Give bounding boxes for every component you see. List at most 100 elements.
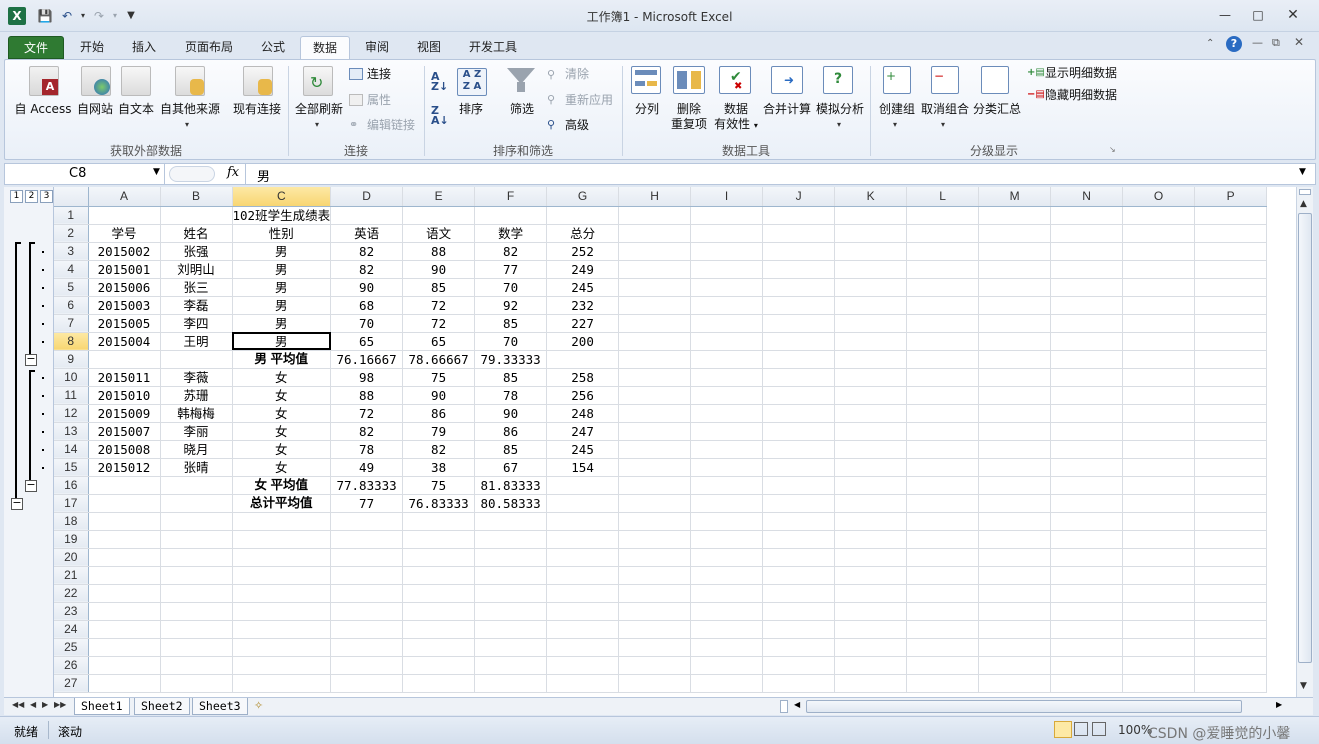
cell-H6[interactable] bbox=[618, 296, 692, 315]
cell-M15[interactable] bbox=[978, 458, 1052, 477]
cell-D22[interactable] bbox=[330, 584, 404, 603]
cell-N8[interactable] bbox=[1050, 332, 1124, 351]
hide-detail-button[interactable]: 隐藏明细数据 bbox=[1045, 88, 1117, 103]
cell-F15[interactable]: 67 bbox=[474, 458, 548, 477]
cell-C3[interactable]: 男 bbox=[232, 242, 332, 261]
cell-P27[interactable] bbox=[1194, 674, 1268, 693]
existing-connections-button[interactable]: 现有连接 bbox=[229, 102, 285, 117]
cell-M2[interactable] bbox=[978, 224, 1052, 243]
from-text-button[interactable]: 自文本 bbox=[115, 102, 157, 117]
cell-P6[interactable] bbox=[1194, 296, 1268, 315]
cell-M13[interactable] bbox=[978, 422, 1052, 441]
row-header-2[interactable]: 2 bbox=[54, 224, 89, 243]
cell-O16[interactable] bbox=[1122, 476, 1196, 495]
cell-I21[interactable] bbox=[690, 566, 764, 585]
cell-E4[interactable]: 90 bbox=[402, 260, 476, 279]
cell-B4[interactable]: 刘明山 bbox=[160, 260, 233, 279]
cell-C7[interactable]: 男 bbox=[232, 314, 332, 333]
row-header-7[interactable]: 7 bbox=[54, 314, 89, 333]
scroll-down-icon[interactable]: ▼ bbox=[1300, 681, 1307, 691]
cell-D12[interactable]: 72 bbox=[330, 404, 404, 423]
tab-split-handle[interactable] bbox=[780, 700, 788, 713]
cell-L23[interactable] bbox=[906, 602, 980, 621]
cell-E10[interactable]: 75 bbox=[402, 368, 476, 387]
clear-button[interactable]: 清除 bbox=[565, 67, 589, 82]
cell-J24[interactable] bbox=[762, 620, 836, 639]
cell-C20[interactable] bbox=[232, 548, 332, 567]
cell-B9[interactable] bbox=[160, 350, 233, 369]
outline-level-1-button[interactable]: 1 bbox=[10, 190, 23, 203]
cell-K15[interactable] bbox=[834, 458, 908, 477]
tab-file[interactable]: 文件 bbox=[8, 36, 64, 59]
name-box-dropdown-icon[interactable]: ▼ bbox=[153, 167, 160, 177]
cell-I5[interactable] bbox=[690, 278, 764, 297]
cell-K18[interactable] bbox=[834, 512, 908, 531]
cell-E26[interactable] bbox=[402, 656, 476, 675]
cell-D26[interactable] bbox=[330, 656, 404, 675]
cell-P3[interactable] bbox=[1194, 242, 1268, 261]
cell-C22[interactable] bbox=[232, 584, 332, 603]
cell-I11[interactable] bbox=[690, 386, 764, 405]
cell-O14[interactable] bbox=[1122, 440, 1196, 459]
row-header-20[interactable]: 20 bbox=[54, 548, 89, 567]
cell-J7[interactable] bbox=[762, 314, 836, 333]
cell-N3[interactable] bbox=[1050, 242, 1124, 261]
row-header-13[interactable]: 13 bbox=[54, 422, 89, 441]
cell-M24[interactable] bbox=[978, 620, 1052, 639]
cell-A12[interactable]: 2015009 bbox=[88, 404, 161, 423]
collapse-female-group-button[interactable]: − bbox=[25, 479, 37, 492]
cell-O17[interactable] bbox=[1122, 494, 1196, 513]
cell-K24[interactable] bbox=[834, 620, 908, 639]
cell-M12[interactable] bbox=[978, 404, 1052, 423]
sheet-tab-1[interactable]: Sheet1 bbox=[74, 698, 130, 715]
consolidate-button[interactable]: 合并计算 bbox=[761, 102, 813, 117]
cell-K16[interactable] bbox=[834, 476, 908, 495]
cell-M20[interactable] bbox=[978, 548, 1052, 567]
cell-G24[interactable] bbox=[546, 620, 620, 639]
cell-C5[interactable]: 男 bbox=[232, 278, 332, 297]
cell-C6[interactable]: 男 bbox=[232, 296, 332, 315]
cell-G23[interactable] bbox=[546, 602, 620, 621]
from-web-button[interactable]: 自网站 bbox=[73, 102, 117, 117]
column-header-E[interactable]: E bbox=[402, 187, 476, 207]
cell-D2[interactable]: 英语 bbox=[330, 224, 404, 243]
row-header-26[interactable]: 26 bbox=[54, 656, 89, 675]
cell-K17[interactable] bbox=[834, 494, 908, 513]
cell-A22[interactable] bbox=[88, 584, 161, 603]
column-header-K[interactable]: K bbox=[834, 187, 908, 207]
cell-B15[interactable]: 张晴 bbox=[160, 458, 233, 477]
cell-A21[interactable] bbox=[88, 566, 161, 585]
cell-I17[interactable] bbox=[690, 494, 764, 513]
subtotal-button[interactable]: 分类汇总 bbox=[971, 102, 1023, 117]
row-header-19[interactable]: 19 bbox=[54, 530, 89, 549]
cell-I26[interactable] bbox=[690, 656, 764, 675]
cell-N23[interactable] bbox=[1050, 602, 1124, 621]
cell-E13[interactable]: 79 bbox=[402, 422, 476, 441]
column-header-G[interactable]: G bbox=[546, 187, 620, 207]
cell-O9[interactable] bbox=[1122, 350, 1196, 369]
cell-P8[interactable] bbox=[1194, 332, 1268, 351]
cell-C10[interactable]: 女 bbox=[232, 368, 332, 387]
cell-K25[interactable] bbox=[834, 638, 908, 657]
row-header-15[interactable]: 15 bbox=[54, 458, 89, 477]
cell-D9[interactable]: 76.16667 bbox=[330, 350, 404, 369]
cell-A20[interactable] bbox=[88, 548, 161, 567]
cell-P23[interactable] bbox=[1194, 602, 1268, 621]
cell-C1[interactable]: 102班学生成绩表 bbox=[232, 206, 332, 225]
cell-G4[interactable]: 249 bbox=[546, 260, 620, 279]
cell-D16[interactable]: 77.83333 bbox=[330, 476, 404, 495]
cell-O10[interactable] bbox=[1122, 368, 1196, 387]
last-sheet-icon[interactable]: ▶▶ bbox=[54, 700, 66, 709]
row-header-3[interactable]: 3 bbox=[54, 242, 89, 261]
cell-M8[interactable] bbox=[978, 332, 1052, 351]
cell-J8[interactable] bbox=[762, 332, 836, 351]
row-header-16[interactable]: 16 bbox=[54, 476, 89, 495]
cell-L13[interactable] bbox=[906, 422, 980, 441]
cell-D1[interactable] bbox=[330, 206, 404, 225]
cell-O4[interactable] bbox=[1122, 260, 1196, 279]
row-header-25[interactable]: 25 bbox=[54, 638, 89, 657]
cell-B12[interactable]: 韩梅梅 bbox=[160, 404, 233, 423]
page-layout-view-icon[interactable] bbox=[1074, 722, 1088, 736]
cell-K2[interactable] bbox=[834, 224, 908, 243]
cell-K23[interactable] bbox=[834, 602, 908, 621]
